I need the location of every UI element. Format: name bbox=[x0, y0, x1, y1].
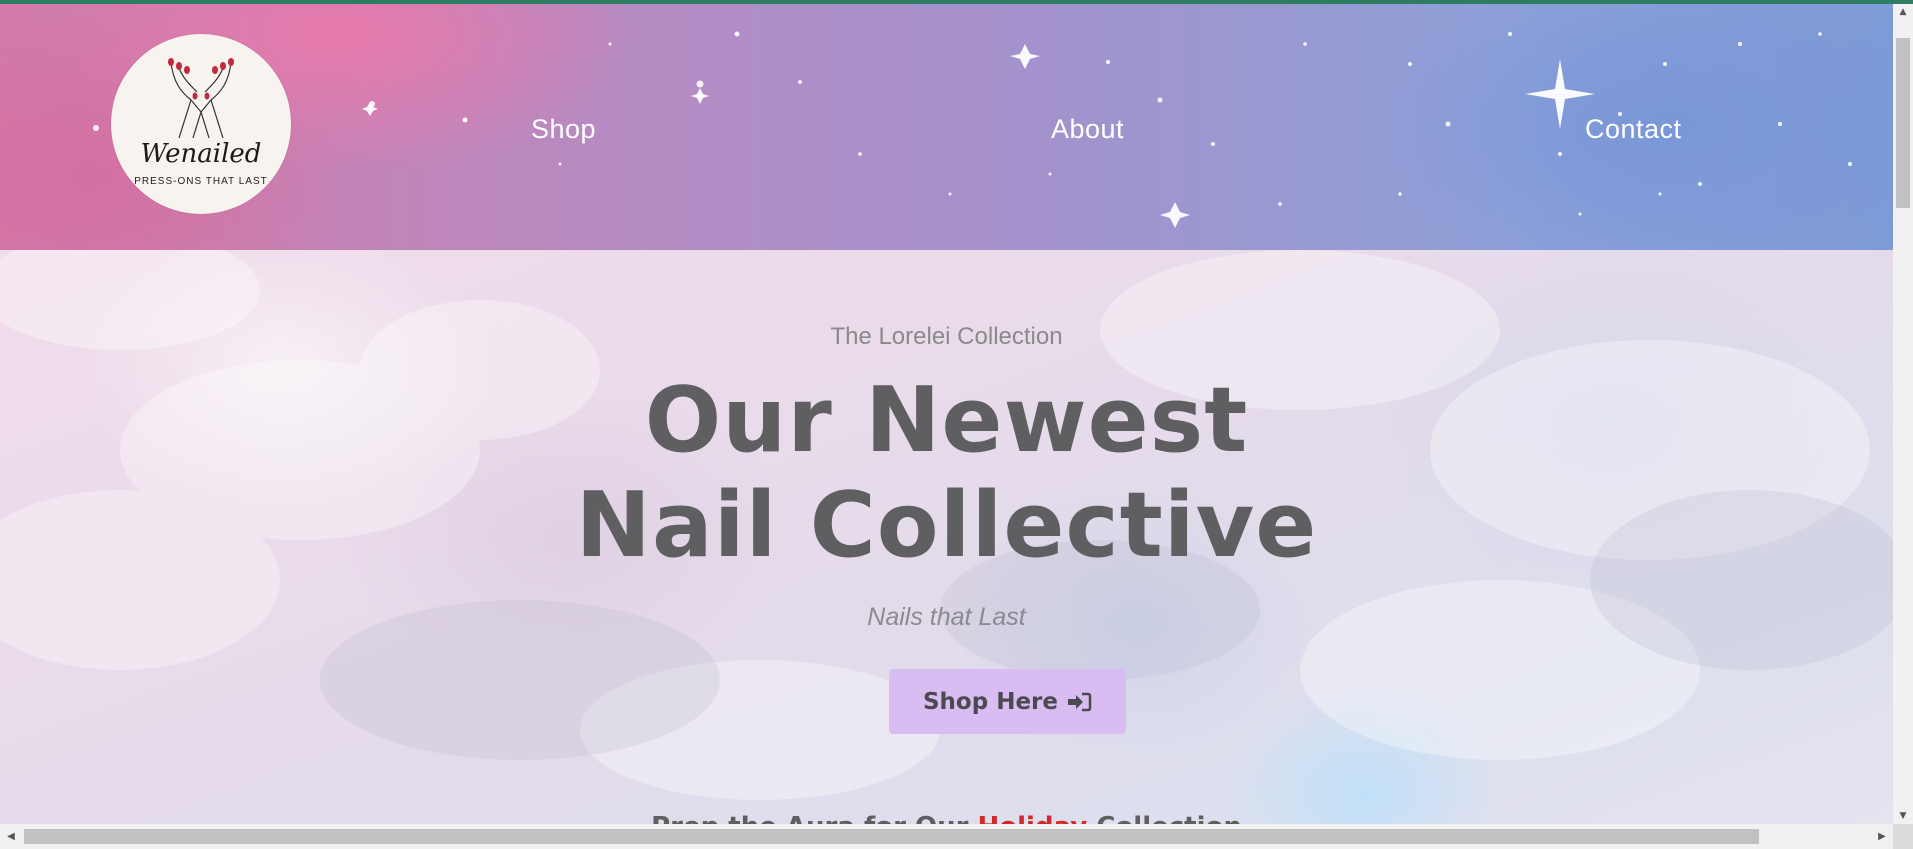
shop-here-label: Shop Here bbox=[922, 688, 1058, 715]
headline-line-1: Our Newest bbox=[644, 368, 1249, 473]
nav-link-about[interactable]: About bbox=[1051, 114, 1124, 145]
brand-logo[interactable]: Wenailed PRESS-ONS THAT LAST bbox=[111, 34, 291, 214]
shop-here-button[interactable]: Shop Here bbox=[889, 669, 1126, 734]
nav-link-shop[interactable]: Shop bbox=[531, 114, 596, 145]
collection-eyebrow: The Lorelei Collection bbox=[830, 323, 1063, 350]
site-header: Wenailed PRESS-ONS THAT LAST Shop About … bbox=[0, 4, 1893, 250]
teaser-suffix: Collection bbox=[1087, 812, 1242, 824]
hero-headline: Our Newest Nail Collective bbox=[0, 368, 1893, 578]
hero-tagline: Nails that Last bbox=[867, 603, 1026, 631]
teaser-highlight: Holiday bbox=[978, 812, 1088, 824]
scrollbar-corner bbox=[1893, 824, 1913, 849]
hands-heart-icon bbox=[168, 58, 234, 139]
horizontal-scrollbar[interactable]: ◀ ▶ bbox=[0, 824, 1893, 849]
vertical-scroll-thumb[interactable] bbox=[1896, 38, 1910, 208]
brand-tagline: PRESS-ONS THAT LAST bbox=[134, 176, 268, 187]
teaser-prefix: Prep the Aura for Our bbox=[651, 812, 977, 824]
brand-name: Wenailed bbox=[140, 139, 262, 169]
scroll-right-arrow-icon[interactable]: ▶ bbox=[1873, 824, 1891, 849]
headline-line-2: Nail Collective bbox=[575, 473, 1318, 578]
hero-section: The Lorelei Collection Our Newest Nail C… bbox=[0, 250, 1893, 824]
sign-in-icon bbox=[1068, 692, 1092, 711]
scroll-down-arrow-icon[interactable]: ▼ bbox=[1893, 808, 1913, 824]
nav-link-contact[interactable]: Contact bbox=[1585, 114, 1682, 145]
holiday-collection-teaser: Prep the Aura for Our Holiday Collection bbox=[0, 812, 1893, 824]
scroll-up-arrow-icon[interactable]: ▲ bbox=[1893, 4, 1913, 20]
horizontal-scroll-thumb[interactable] bbox=[24, 829, 1759, 844]
window-top-accent-bar bbox=[0, 0, 1913, 4]
vertical-scrollbar[interactable]: ▲ ▼ bbox=[1893, 4, 1913, 824]
scroll-left-arrow-icon[interactable]: ◀ bbox=[2, 824, 20, 849]
